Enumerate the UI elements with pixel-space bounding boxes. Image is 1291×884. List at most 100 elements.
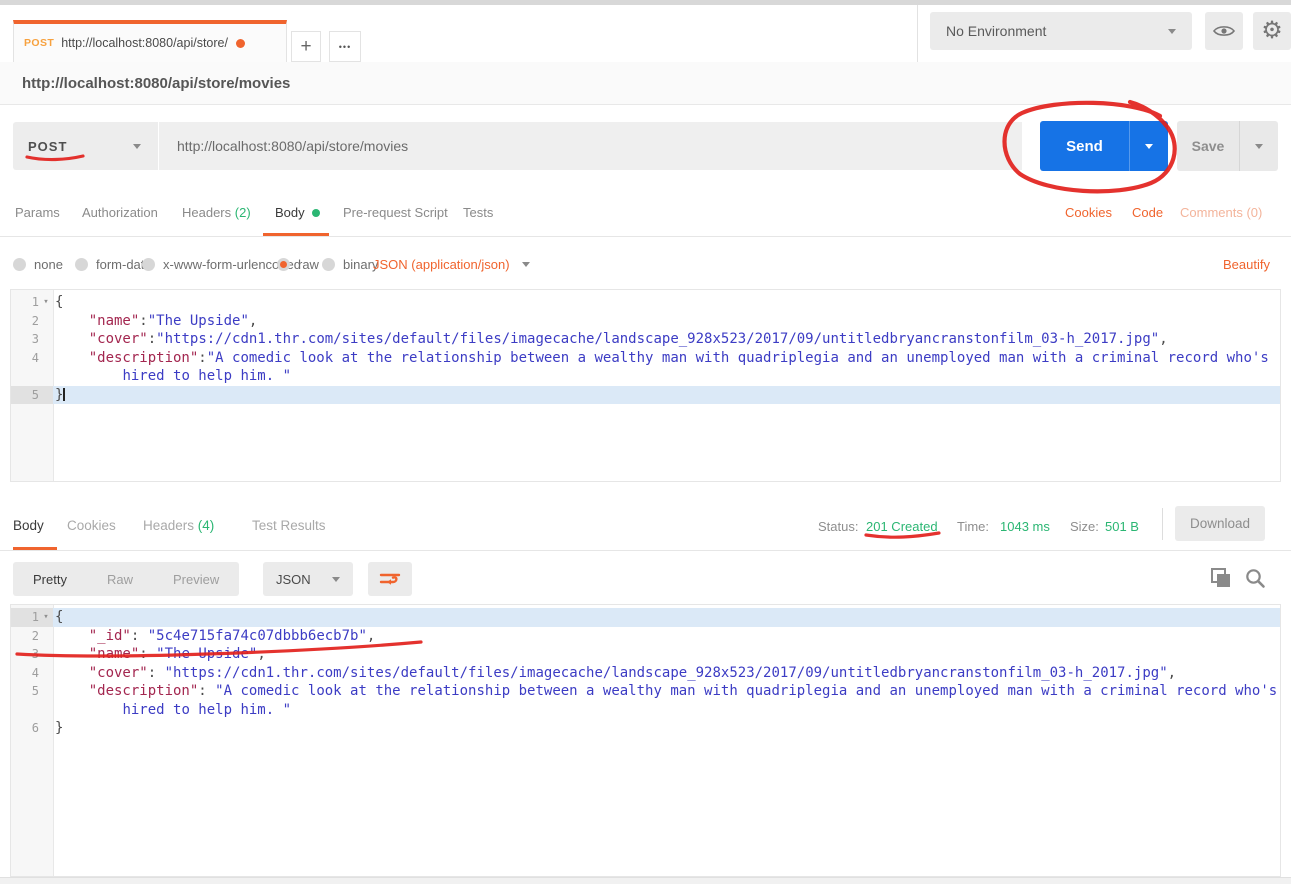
radio-icon <box>13 258 26 271</box>
chevron-down-icon <box>133 144 141 149</box>
code-line[interactable]: 1▾{ <box>11 293 1280 312</box>
code-line[interactable]: 1▾{ <box>11 608 1280 627</box>
line-number-gutter <box>11 367 53 386</box>
send-button-label: Send <box>1040 121 1129 171</box>
line-number-gutter: 3 <box>11 645 53 664</box>
response-tab-cookies[interactable]: Cookies <box>67 518 116 533</box>
code-line[interactable]: 2 "_id": "5c4e715fa74c07dbbb6ecb7b", <box>11 627 1280 646</box>
code-link[interactable]: Code <box>1132 205 1163 220</box>
tab-tests[interactable]: Tests <box>463 205 493 220</box>
response-format-select[interactable]: JSON <box>263 562 353 596</box>
chevron-down-icon <box>1145 144 1153 149</box>
code-line[interactable]: 4 "cover": "https://cdn1.thr.com/sites/d… <box>11 664 1280 683</box>
beautify-link[interactable]: Beautify <box>1223 251 1270 277</box>
chevron-down-icon <box>1255 144 1263 149</box>
code-line[interactable]: hired to help him. " <box>11 367 1280 386</box>
code-line[interactable]: 3 "cover":"https://cdn1.thr.com/sites/de… <box>11 330 1280 349</box>
response-tab-headers[interactable]: Headers (4) <box>143 518 214 533</box>
response-headers-count-badge: (4) <box>198 518 215 533</box>
radio-raw[interactable]: raw <box>277 251 319 277</box>
line-number-gutter: 6 <box>11 719 53 738</box>
cookies-link[interactable]: Cookies <box>1065 205 1112 220</box>
save-button-label: Save <box>1177 121 1239 171</box>
search-response-button[interactable] <box>1243 566 1267 590</box>
request-tab[interactable]: POST http://localhost:8080/api/store/ <box>13 20 287 62</box>
code-line[interactable]: 6} <box>11 719 1280 738</box>
copy-response-button[interactable] <box>1209 566 1233 590</box>
response-tab-body[interactable]: Body <box>13 518 44 533</box>
plus-icon: + <box>300 36 311 58</box>
method-select[interactable]: POST <box>13 122 158 170</box>
tab-headers[interactable]: Headers (2) <box>182 205 251 220</box>
response-meta-row: Body Cookies Headers (4) Test Results St… <box>0 505 1291 551</box>
gear-icon: ⚙ <box>1261 19 1283 43</box>
comments-link[interactable]: Comments (0) <box>1180 205 1262 220</box>
wrap-lines-button[interactable] <box>368 562 412 596</box>
more-tabs-button[interactable]: ••• <box>329 31 361 62</box>
horizontal-scrollbar[interactable] <box>0 877 1291 884</box>
fold-caret-icon[interactable]: ▾ <box>39 608 53 627</box>
eye-icon <box>1213 24 1235 38</box>
tab-url-label: http://localhost:8080/api/store/ <box>61 36 228 50</box>
time-label: Time: <box>957 519 989 534</box>
tab-body[interactable]: Body <box>275 205 320 220</box>
size-label: Size: <box>1070 519 1099 534</box>
radio-none[interactable]: none <box>13 251 63 277</box>
postman-app: POST http://localhost:8080/api/store/ + … <box>0 0 1291 884</box>
response-view-segmented-control: Pretty Raw Preview <box>13 562 239 596</box>
radio-form-data[interactable]: form-data <box>75 251 152 277</box>
send-options-button[interactable] <box>1129 121 1168 171</box>
response-tab-test-results[interactable]: Test Results <box>252 518 326 533</box>
settings-button[interactable]: ⚙ <box>1253 12 1291 50</box>
chevron-down-icon <box>522 262 530 267</box>
line-number-gutter: 2 <box>11 312 53 331</box>
active-tab-underline <box>263 233 329 236</box>
request-url-input[interactable]: http://localhost:8080/api/store/movies <box>159 122 1022 170</box>
code-line[interactable]: 3 "name": "The Upside", <box>11 645 1280 664</box>
content-type-select[interactable]: JSON (application/json) <box>373 251 530 277</box>
line-number-gutter <box>11 701 53 720</box>
method-selected-label: POST <box>28 139 67 154</box>
response-toolbar: Pretty Raw Preview JSON <box>0 551 1291 604</box>
code-line[interactable]: 4 "description":"A comedic look at the r… <box>11 349 1280 368</box>
radio-binary[interactable]: binary <box>322 251 378 277</box>
body-filled-dot-icon <box>312 209 320 217</box>
code-line[interactable]: 5} <box>11 386 1280 405</box>
tab-method-label: POST <box>24 37 54 49</box>
send-button[interactable]: Send <box>1040 121 1168 171</box>
breadcrumb-row: http://localhost:8080/api/store/movies <box>0 62 1291 105</box>
view-raw-button[interactable]: Raw <box>87 572 153 587</box>
format-selected-label: JSON <box>276 572 311 587</box>
request-body-editor[interactable]: 1▾{2 "name":"The Upside",3 "cover":"http… <box>10 289 1281 482</box>
new-tab-button[interactable]: + <box>291 31 321 62</box>
environment-select[interactable]: No Environment <box>930 12 1192 50</box>
ellipsis-icon: ••• <box>339 42 351 52</box>
code-line[interactable]: 5 "description": "A comedic look at the … <box>11 682 1280 701</box>
time-value: 1043 ms <box>1000 519 1050 534</box>
unsaved-changes-dot-icon <box>236 39 245 48</box>
body-type-row: none form-data x-www-form-urlencoded raw… <box>0 237 1291 289</box>
chevron-down-icon <box>332 577 340 582</box>
tab-authorization[interactable]: Authorization <box>82 205 158 220</box>
save-options-button[interactable] <box>1239 121 1278 171</box>
copy-icon <box>1209 566 1233 590</box>
environment-selected-label: No Environment <box>946 23 1046 39</box>
code-line[interactable]: hired to help him. " <box>11 701 1280 720</box>
environment-quick-look-button[interactable] <box>1205 12 1243 50</box>
radio-selected-icon <box>277 258 290 271</box>
chevron-down-icon <box>1168 29 1176 34</box>
tab-params[interactable]: Params <box>15 205 60 220</box>
app-header: POST http://localhost:8080/api/store/ + … <box>0 5 1291 62</box>
save-button[interactable]: Save <box>1177 121 1278 171</box>
download-button[interactable]: Download <box>1175 506 1265 541</box>
response-body-editor[interactable]: 1▾{2 "_id": "5c4e715fa74c07dbbb6ecb7b",3… <box>10 604 1281 877</box>
code-line[interactable]: 2 "name":"The Upside", <box>11 312 1280 331</box>
line-number-gutter: 1▾ <box>11 293 53 312</box>
view-pretty-button[interactable]: Pretty <box>13 572 87 587</box>
fold-caret-icon[interactable]: ▾ <box>39 293 53 312</box>
line-number-gutter: 5 <box>11 386 53 405</box>
view-preview-button[interactable]: Preview <box>153 572 239 587</box>
header-divider <box>917 5 918 62</box>
line-number-gutter: 3 <box>11 330 53 349</box>
tab-pre-request-script[interactable]: Pre-request Script <box>343 205 448 220</box>
